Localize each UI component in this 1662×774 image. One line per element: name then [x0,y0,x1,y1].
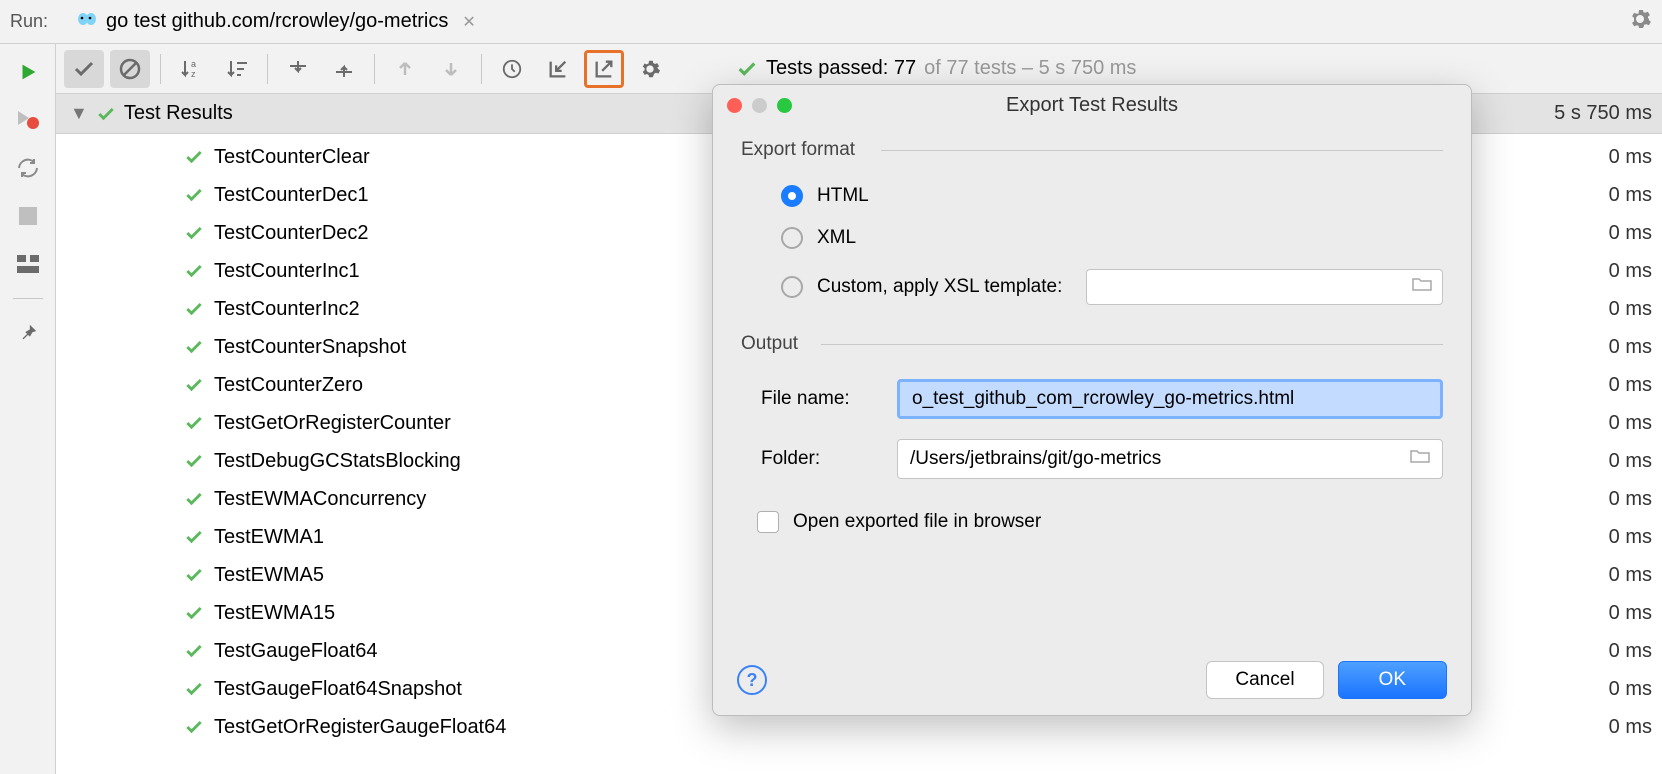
cancel-button[interactable]: Cancel [1206,661,1323,699]
folder-icon[interactable] [1412,276,1432,298]
test-duration: 0 ms [1609,412,1662,435]
dialog-footer: ? Cancel OK [713,645,1471,715]
check-icon [184,717,204,737]
check-icon [184,299,204,319]
radio-xml-label: XML [817,227,856,249]
test-duration: 0 ms [1609,450,1662,473]
checkbox[interactable] [757,511,779,533]
folder-value: /Users/jetbrains/git/go-metrics [910,448,1161,470]
check-icon [184,147,204,167]
export-icon[interactable] [584,50,624,88]
ok-button[interactable]: OK [1338,661,1447,699]
close-tab-icon[interactable]: ✕ [462,12,475,32]
radio-html-label: HTML [817,185,869,207]
run-config-tab[interactable]: go test github.com/rcrowley/go-metrics ✕ [66,6,486,38]
test-duration: 0 ms [1609,602,1662,625]
test-duration: 0 ms [1609,336,1662,359]
tests-status: Tests passed: 77 of 77 tests – 5 s 750 m… [736,57,1136,80]
radio-icon[interactable] [781,185,803,207]
tests-total-duration: of 77 tests – 5 s 750 ms [924,57,1136,80]
test-duration: 0 ms [1609,564,1662,587]
show-passed-icon[interactable] [64,50,104,88]
folder-icon[interactable] [1410,448,1430,470]
sort-alpha-icon[interactable]: az [171,50,211,88]
radio-html[interactable]: HTML [741,175,1443,217]
test-duration: 0 ms [1609,374,1662,397]
test-duration: 0 ms [1609,184,1662,207]
check-icon [184,565,204,585]
dialog-titlebar: Export Test Results [713,85,1471,125]
section-export-format: Export format [741,139,1443,161]
expand-all-icon[interactable] [278,50,318,88]
test-duration: 0 ms [1609,222,1662,245]
filename-value: o_test_github_com_rcrowley_go-metrics.ht… [912,388,1294,410]
toggle-autotest-icon[interactable] [14,154,42,182]
collapse-all-icon[interactable] [324,50,364,88]
run-label: Run: [10,11,48,32]
history-icon[interactable] [492,50,532,88]
test-duration: 0 ms [1609,716,1662,739]
check-icon [184,261,204,281]
test-duration: 0 ms [1609,488,1662,511]
run-config-title: go test github.com/rcrowley/go-metrics [106,10,448,33]
test-settings-icon[interactable] [630,50,670,88]
test-duration: 0 ms [1609,678,1662,701]
check-icon [184,489,204,509]
check-icon [184,679,204,699]
help-button[interactable]: ? [737,665,767,695]
radio-xml[interactable]: XML [741,217,1443,259]
check-icon [184,223,204,243]
pin-icon[interactable] [14,319,42,347]
folder-input[interactable]: /Users/jetbrains/git/go-metrics [897,439,1443,479]
tests-passed-count: Tests passed: 77 [766,57,916,80]
filename-label: File name: [761,388,881,410]
export-dialog: Export Test Results Export format HTML X… [712,84,1472,716]
settings-icon[interactable] [1628,7,1652,36]
radio-custom-label: Custom, apply XSL template: [817,276,1062,298]
rerun-icon[interactable] [14,58,42,86]
test-duration: 0 ms [1609,260,1662,283]
svg-text:z: z [191,69,196,79]
radio-icon[interactable] [781,227,803,249]
show-ignored-icon[interactable] [110,50,150,88]
section-output: Output [741,333,1443,355]
filename-input[interactable]: o_test_github_com_rcrowley_go-metrics.ht… [897,379,1443,419]
chevron-down-icon[interactable]: ▼ [70,103,88,124]
open-in-browser-row[interactable]: Open exported file in browser [741,489,1443,533]
dialog-title: Export Test Results [713,94,1471,117]
radio-custom[interactable]: Custom, apply XSL template: [741,259,1443,315]
stop-icon[interactable] [14,202,42,230]
prev-failed-icon[interactable] [385,50,425,88]
sort-duration-icon[interactable] [217,50,257,88]
test-results-time: 5 s 750 ms [1554,102,1652,125]
check-icon [184,527,204,547]
rerun-failed-icon[interactable] [14,106,42,134]
check-icon [184,451,204,471]
check-icon [184,375,204,395]
test-duration: 0 ms [1609,298,1662,321]
check-icon [184,413,204,433]
layout-icon[interactable] [14,250,42,278]
check-icon [96,104,116,124]
test-duration: 0 ms [1609,640,1662,663]
run-gutter [0,44,56,774]
check-icon [184,185,204,205]
check-icon [736,58,758,80]
test-duration: 0 ms [1609,146,1662,169]
import-icon[interactable] [538,50,578,88]
open-in-browser-label: Open exported file in browser [793,511,1041,533]
xsl-template-input[interactable] [1086,269,1443,305]
test-name: TestGetOrRegisterGaugeFloat64 [214,716,1609,739]
go-icon [76,10,98,34]
radio-icon[interactable] [781,276,803,298]
svg-text:a: a [191,59,196,69]
check-icon [184,603,204,623]
check-icon [184,641,204,661]
check-icon [184,337,204,357]
next-failed-icon[interactable] [431,50,471,88]
test-duration: 0 ms [1609,526,1662,549]
run-topbar: Run: go test github.com/rcrowley/go-metr… [0,0,1662,44]
folder-label: Folder: [761,448,881,470]
